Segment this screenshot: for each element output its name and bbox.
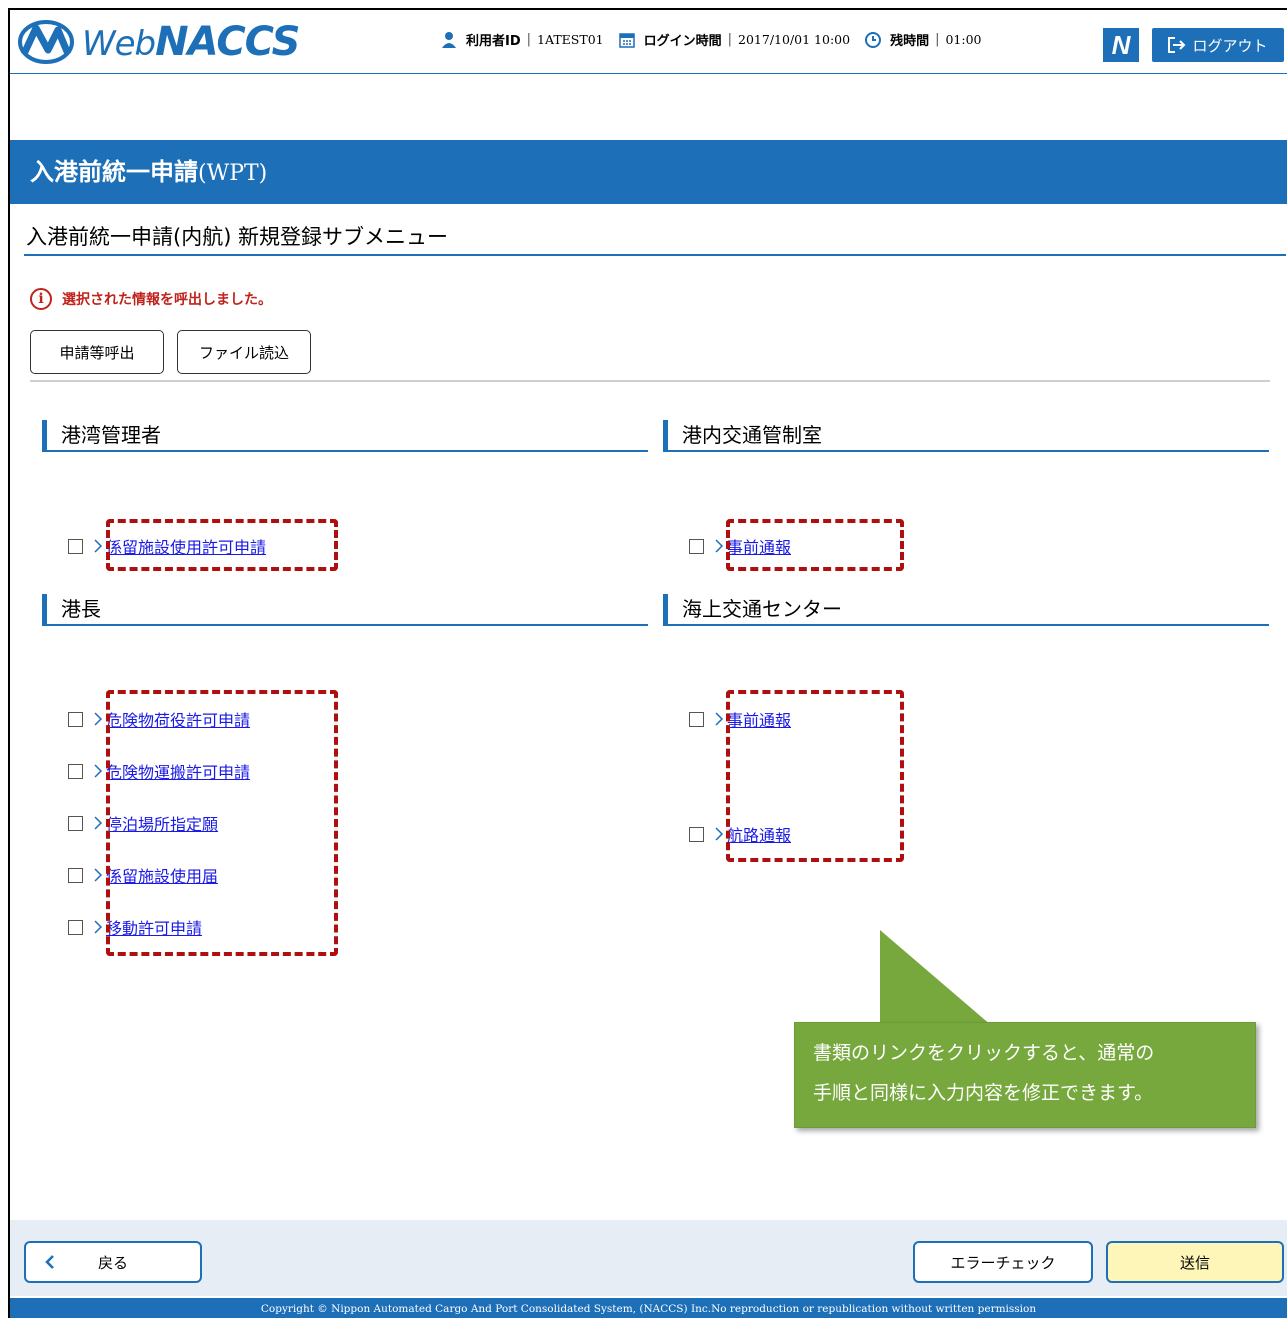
page-code: (WPT) <box>198 161 268 186</box>
app-frame: WebNACCS 利用者ID | 1ATEST01 ログイン時間 | 2017/… <box>8 8 1287 1318</box>
tip-line-2: 手順と同様に入力内容を修正できます。 <box>813 1082 1154 1104</box>
chevron-right-icon <box>94 868 103 882</box>
webnaccs-logo: WebNACCS <box>18 19 300 65</box>
error-check-button[interactable]: エラーチェック <box>913 1241 1093 1283</box>
highlight-box <box>106 519 338 571</box>
sub-title: 入港前統一申請(内航) 新規登録サブメニュー <box>24 218 1286 256</box>
login-time-value: 2017/10/01 10:00 <box>738 32 851 47</box>
remaining-time-label: 残時間 <box>890 34 930 49</box>
naccs-n-button[interactable]: N <box>1103 28 1139 62</box>
call-application-button[interactable]: 申請等呼出 <box>30 330 164 374</box>
item-checkbox[interactable] <box>689 826 704 842</box>
naccs-logo-icon <box>18 20 74 64</box>
section-port-manager: 港湾管理者 <box>42 420 648 452</box>
remaining-time-value: 01:00 <box>945 32 982 47</box>
page-title: 入港前統一申請 <box>30 158 198 186</box>
chevron-right-icon <box>715 539 724 553</box>
copyright: Copyright © Nippon Automated Cargo And P… <box>10 1298 1287 1318</box>
calendar-icon <box>618 32 635 48</box>
item-checkbox[interactable] <box>689 538 704 554</box>
tip-line-1: 書類のリンクをクリックすると、通常の <box>813 1042 1155 1064</box>
item-checkbox[interactable] <box>689 711 704 727</box>
highlight-box <box>106 690 338 956</box>
session-info: 利用者ID | 1ATEST01 ログイン時間 | 2017/10/01 10:… <box>440 30 982 49</box>
page-title-bar: 入港前統一申請(WPT) <box>10 140 1287 204</box>
chevron-right-icon <box>715 712 724 726</box>
clock-icon <box>865 31 882 48</box>
chevron-right-icon <box>94 816 103 830</box>
header: WebNACCS 利用者ID | 1ATEST01 ログイン時間 | 2017/… <box>10 10 1287 74</box>
chevron-right-icon <box>715 827 724 841</box>
chevron-left-icon <box>45 1255 54 1269</box>
divider <box>30 380 1270 382</box>
login-time-label: ログイン時間 <box>643 34 722 49</box>
section-maritime-traffic-center: 海上交通センター <box>663 594 1269 626</box>
tip-callout: 書類のリンクをクリックすると、通常の 手順と同様に入力内容を修正できます。 <box>794 1022 1256 1128</box>
chevron-right-icon <box>94 764 103 778</box>
item-checkbox[interactable] <box>68 763 83 779</box>
info-message-text: 選択された情報を呼出しました。 <box>62 292 272 308</box>
chevron-right-icon <box>94 712 103 726</box>
chevron-right-icon <box>94 920 103 934</box>
chevron-right-icon <box>94 539 103 553</box>
item-checkbox[interactable] <box>68 919 83 935</box>
item-checkbox[interactable] <box>68 867 83 883</box>
back-button[interactable]: 戻る <box>24 1241 202 1283</box>
item-checkbox[interactable] <box>68 538 83 554</box>
file-load-button[interactable]: ファイル読込 <box>177 330 311 374</box>
back-label: 戻る <box>97 1253 128 1272</box>
logout-icon <box>1168 37 1186 53</box>
user-id-label: 利用者ID <box>466 34 521 49</box>
send-button[interactable]: 送信 <box>1106 1241 1284 1283</box>
highlight-box <box>726 690 904 862</box>
logout-label: ログアウト <box>1192 36 1268 55</box>
logout-button[interactable]: ログアウト <box>1152 28 1284 62</box>
highlight-box <box>726 519 904 571</box>
info-message: i 選択された情報を呼出しました。 <box>30 288 272 310</box>
item-checkbox[interactable] <box>68 815 83 831</box>
info-icon: i <box>30 288 52 310</box>
user-icon <box>442 31 456 48</box>
user-id-value: 1ATEST01 <box>537 32 604 47</box>
section-harbor-master: 港長 <box>42 594 648 626</box>
callout-pointer <box>880 930 992 1026</box>
item-checkbox[interactable] <box>68 711 83 727</box>
section-port-traffic-control: 港内交通管制室 <box>663 420 1269 452</box>
